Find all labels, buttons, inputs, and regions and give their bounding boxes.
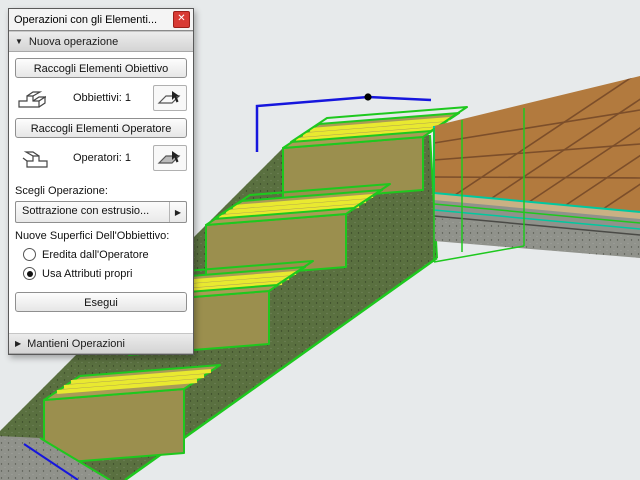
application-window: Operazioni con gli Elementi... ✕ ▼ Nuova… (0, 0, 640, 480)
radio-inherit-label: Eredita dall'Operatore (42, 248, 149, 261)
operators-count-label: Operatori: 1 (72, 152, 132, 164)
close-icon: ✕ (177, 13, 186, 24)
new-surfaces-label: Nuove Superfici Dell'Obbiettivo: (15, 230, 170, 242)
floor-slab[interactable] (433, 35, 640, 258)
dropdown-arrow-icon: ▶ (169, 202, 186, 222)
target-elements-icon (15, 85, 51, 111)
collect-operator-elements-button[interactable]: Raccogli Elementi Operatore (15, 118, 187, 138)
slab-tile-surface[interactable] (434, 76, 640, 212)
operators-counter-row: Operatori: 1 (15, 144, 187, 172)
expander-right-icon: ▶ (15, 339, 22, 348)
palette-title-bar[interactable]: Operazioni con gli Elementi... ✕ (9, 9, 193, 31)
radio-own-label: Usa Attributi propri (42, 267, 133, 280)
selection-handle-dot[interactable] (364, 93, 372, 101)
targets-counter-row: Obbiettivi: 1 (15, 84, 187, 112)
pick-operator-icon (157, 151, 181, 164)
targets-count-label: Obbiettivi: 1 (72, 92, 132, 104)
palette-content: Raccogli Elementi Obiettivo Obbiettivi: … (9, 52, 193, 333)
palette-spacer (15, 312, 187, 333)
execute-button[interactable]: Esegui (15, 292, 187, 312)
operation-selected-value: Sottrazione con estrusio... (22, 205, 150, 217)
collect-target-elements-button[interactable]: Raccogli Elementi Obiettivo (15, 58, 187, 78)
section-header-keep-operations[interactable]: ▶ Mantieni Operazioni (9, 333, 193, 354)
pick-target-button[interactable] (153, 85, 187, 111)
section-header-new-operation[interactable]: ▼ Nuova operazione (9, 31, 193, 52)
section-label-keep-operations: Mantieni Operazioni (27, 337, 125, 350)
pick-operator-button[interactable] (153, 145, 187, 171)
close-button[interactable]: ✕ (173, 11, 190, 28)
expander-down-icon: ▼ (15, 37, 23, 46)
choose-operation-label: Scegli Operazione: (15, 185, 108, 197)
palette-title: Operazioni con gli Elementi... (14, 13, 158, 26)
radio-own-attributes[interactable]: Usa Attributi propri (15, 267, 187, 280)
solid-operations-palette: Operazioni con gli Elementi... ✕ ▼ Nuova… (8, 8, 194, 355)
operation-dropdown[interactable]: Sottrazione con estrusio... ▶ (15, 201, 187, 223)
radio-inherit-operator[interactable]: Eredita dall'Operatore (15, 248, 187, 261)
operator-elements-icon (15, 145, 51, 171)
radio-circle-icon (23, 248, 36, 261)
pick-target-icon (157, 91, 181, 104)
radio-circle-icon (23, 267, 36, 280)
section-label-new-operation: Nuova operazione (28, 35, 119, 48)
